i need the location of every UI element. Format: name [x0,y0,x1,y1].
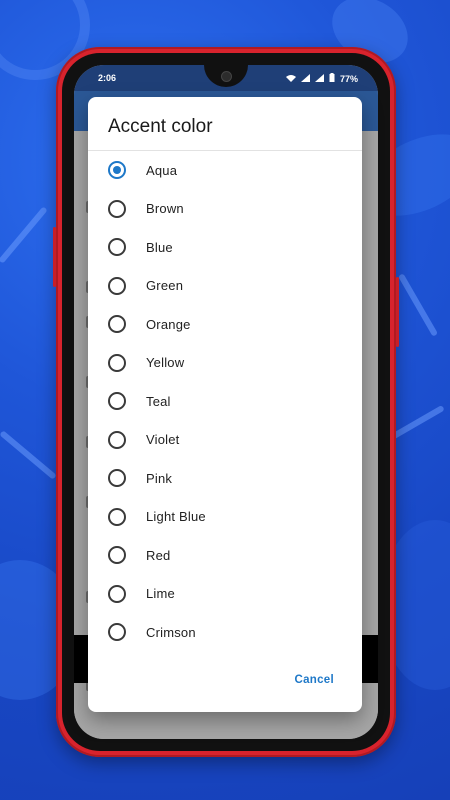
option-light-blue[interactable]: Light Blue [88,498,362,537]
option-label: Brown [146,201,184,217]
option-violet[interactable]: Violet [88,421,362,460]
option-brown[interactable]: Brown [88,190,362,229]
streamer-decoration [397,273,439,337]
option-pink[interactable]: Pink [88,459,362,498]
option-label: Blue [146,239,173,255]
option-orange[interactable]: Orange [88,305,362,344]
radio-button[interactable] [108,507,126,526]
signal-icon [300,73,310,84]
status-time: 2:06 [98,73,117,83]
accent-color-dialog: Accent color Aqua Brown Blue Green Orang… [88,97,362,712]
signal-icon [314,73,324,84]
radio-button[interactable] [108,199,126,218]
option-label: Crimson [146,624,196,640]
radio-button[interactable] [108,584,126,603]
radio-button[interactable] [108,430,126,449]
option-aqua[interactable]: Aqua [88,151,362,190]
radio-button[interactable] [108,238,126,257]
color-options-list: Aqua Brown Blue Green Orange Yellow Teal [88,151,362,652]
radio-button[interactable] [108,161,126,180]
option-label: Light Blue [146,509,206,525]
option-label: Violet [146,432,180,448]
radio-button[interactable] [108,353,126,372]
battery-icon [329,73,335,84]
option-lime[interactable]: Lime [88,575,362,614]
radio-button[interactable] [108,276,126,295]
option-green[interactable]: Green [88,267,362,306]
option-red[interactable]: Red [88,536,362,575]
option-label: Lime [146,586,175,602]
battery-level: 77% [339,73,358,84]
phone-side-button [396,277,399,347]
option-yellow[interactable]: Yellow [88,344,362,383]
option-blue[interactable]: Blue [88,228,362,267]
radio-button[interactable] [108,469,126,488]
option-teal[interactable]: Teal [88,382,362,421]
streamer-decoration [0,206,48,264]
radio-button[interactable] [108,546,126,565]
option-label: Green [146,278,184,294]
front-camera [221,71,232,82]
option-label: Orange [146,316,191,332]
option-label: Teal [146,393,171,409]
radio-button[interactable] [108,623,126,642]
cancel-button[interactable]: Cancel [294,674,334,686]
radio-button[interactable] [108,315,126,334]
streamer-decoration [0,430,57,480]
option-crimson[interactable]: Crimson [88,613,362,652]
option-label: Red [146,547,171,563]
option-label: Pink [146,470,173,486]
radio-button[interactable] [108,392,126,411]
option-label: Yellow [146,355,185,371]
status-icons: 77% [285,73,358,84]
dialog-title: Accent color [108,116,213,137]
wifi-icon [285,74,296,84]
phone-side-button [53,227,56,287]
option-label: Aqua [146,162,178,178]
